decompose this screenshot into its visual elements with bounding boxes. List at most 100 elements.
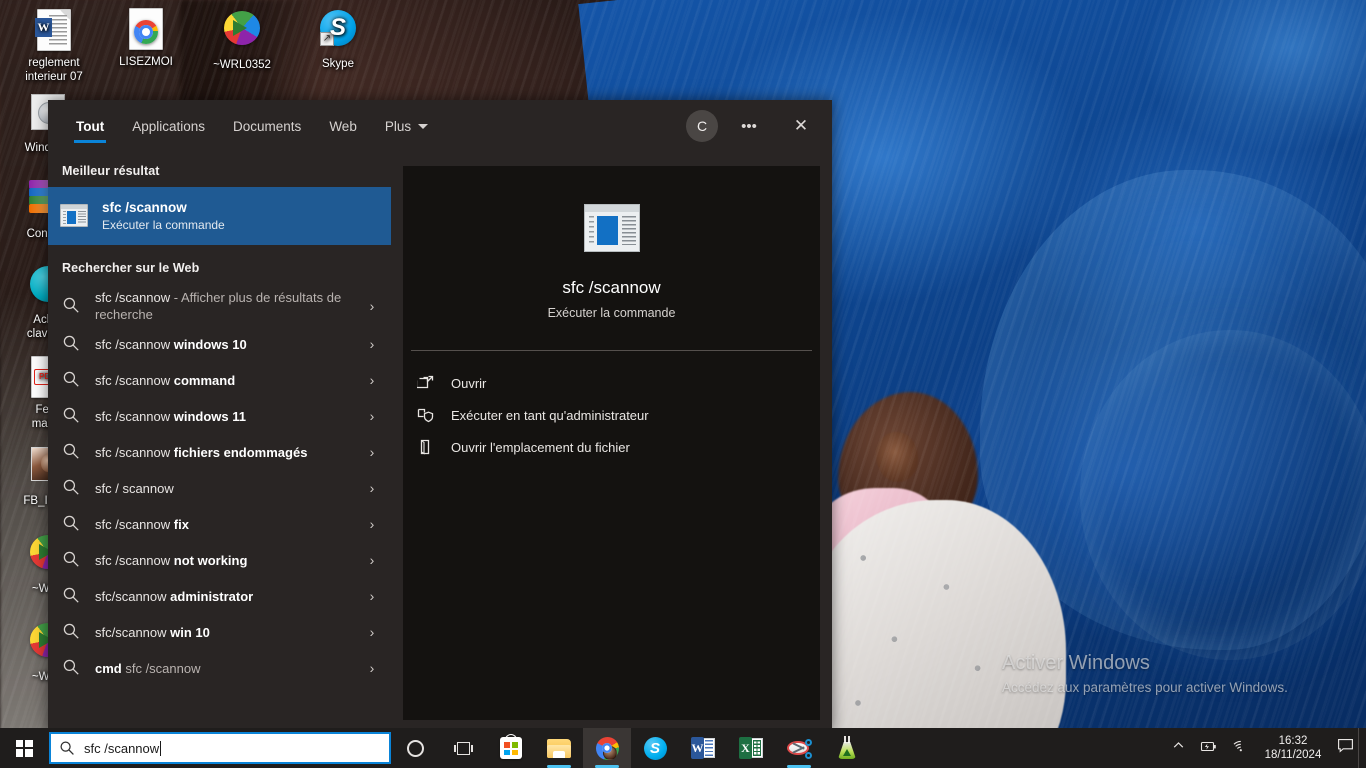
chrome-icon bbox=[595, 736, 619, 760]
show-desktop-button[interactable] bbox=[1358, 728, 1366, 768]
web-result-row[interactable]: sfc /scannow windows 11 › bbox=[48, 398, 391, 434]
cortana-button[interactable] bbox=[391, 728, 439, 768]
search-icon bbox=[59, 740, 75, 756]
shield-admin-icon bbox=[417, 406, 435, 424]
close-button[interactable]: ✕ bbox=[780, 103, 822, 149]
search-results-list: Meilleur résultat sfc /scannow Exécuter … bbox=[48, 152, 391, 732]
chevron-right-icon: › bbox=[369, 516, 375, 532]
battery-button[interactable] bbox=[1192, 728, 1225, 768]
chevron-up-icon bbox=[1172, 739, 1185, 757]
web-result-label: sfc /scannow not working bbox=[95, 552, 248, 568]
idm-icon bbox=[220, 11, 264, 55]
start-button[interactable] bbox=[0, 728, 48, 768]
avatar[interactable]: C bbox=[686, 110, 718, 142]
action-executer-administrateur[interactable]: Exécuter en tant qu'administrateur bbox=[417, 399, 820, 431]
file-explorer-button[interactable] bbox=[535, 728, 583, 768]
search-icon bbox=[62, 586, 82, 606]
flask-app-button[interactable] bbox=[823, 728, 871, 768]
tab-plus[interactable]: Plus bbox=[371, 100, 442, 152]
desktop-icon-skype[interactable]: ↗ Skype bbox=[292, 8, 384, 72]
search-body: Meilleur résultat sfc /scannow Exécuter … bbox=[48, 152, 832, 732]
google-chrome-button[interactable] bbox=[583, 728, 631, 768]
web-result-label: sfc /scannow - Afficher plus de résultat… bbox=[95, 290, 342, 322]
snipping-tool-button[interactable] bbox=[775, 728, 823, 768]
run-command-icon bbox=[60, 204, 88, 228]
tab-web[interactable]: Web bbox=[315, 100, 371, 152]
clock[interactable]: 16:32 18/11/2024 bbox=[1256, 728, 1332, 768]
search-icon bbox=[62, 658, 82, 678]
search-input-value: sfc /scannow bbox=[84, 740, 160, 756]
microsoft-store-button[interactable] bbox=[487, 728, 535, 768]
search-flyout: Tout Applications Documents Web Plus C •… bbox=[48, 100, 832, 732]
web-result-row[interactable]: sfc/scannow administrator › bbox=[48, 578, 391, 614]
action-label: Ouvrir l'emplacement du fichier bbox=[451, 439, 630, 455]
preview-title: sfc /scannow bbox=[562, 278, 661, 297]
action-ouvrir-emplacement[interactable]: Ouvrir l'emplacement du fichier bbox=[417, 431, 820, 463]
search-icon bbox=[62, 296, 82, 316]
close-icon: ✕ bbox=[793, 116, 809, 135]
store-icon bbox=[500, 734, 522, 759]
desktop-icon-label: reglement interieur 07 bbox=[25, 57, 83, 83]
tab-tout[interactable]: Tout bbox=[62, 100, 118, 152]
tab-documents[interactable]: Documents bbox=[219, 100, 315, 152]
word-button[interactable]: W bbox=[679, 728, 727, 768]
snipping-icon bbox=[787, 737, 812, 759]
search-input[interactable]: sfc /scannow bbox=[49, 732, 391, 764]
web-result-row[interactable]: sfc /scannow fix › bbox=[48, 506, 391, 542]
chevron-right-icon: › bbox=[369, 588, 375, 604]
chevron-right-icon: › bbox=[369, 444, 375, 460]
excel-button[interactable]: X bbox=[727, 728, 775, 768]
chevron-right-icon: › bbox=[369, 372, 375, 388]
open-external-icon bbox=[415, 374, 435, 392]
tab-label: Plus bbox=[384, 118, 412, 134]
word-icon: W bbox=[691, 737, 715, 759]
web-result-label: sfc/scannow administrator bbox=[95, 588, 254, 604]
desktop-icon-label: LISEZMOI bbox=[119, 56, 173, 68]
activate-windows-watermark: Activer Windows Accédez aux paramètres p… bbox=[1002, 650, 1342, 698]
clock-time: 16:32 bbox=[1278, 735, 1308, 747]
taskbar: sfc /scannow S W X 16:32 18/11/2024 bbox=[0, 728, 1366, 768]
web-result-row[interactable]: cmd sfc /scannow › bbox=[48, 650, 391, 686]
battery-charging-icon bbox=[1199, 739, 1218, 758]
desktop-icon-reglement-interieur[interactable]: W reglement interieur 07 bbox=[8, 8, 100, 84]
web-result-label: sfc /scannow windows 10 bbox=[95, 336, 247, 352]
web-result-row[interactable]: sfc/scannow win 10 › bbox=[48, 614, 391, 650]
action-center-button[interactable] bbox=[1332, 728, 1358, 768]
web-result-label: sfc /scannow windows 11 bbox=[95, 408, 247, 424]
desktop-icon-wrl0352[interactable]: ~WRL0352 bbox=[196, 8, 288, 73]
search-header: Tout Applications Documents Web Plus C •… bbox=[48, 100, 832, 152]
best-result-row[interactable]: sfc /scannow Exécuter la commande bbox=[48, 187, 391, 245]
search-icon bbox=[62, 514, 82, 534]
watermark-title: Activer Windows bbox=[1002, 652, 1150, 674]
web-result-row[interactable]: sfc /scannow windows 10 › bbox=[48, 326, 391, 362]
action-ouvrir[interactable]: Ouvrir bbox=[415, 367, 820, 399]
clock-date: 18/11/2024 bbox=[1264, 749, 1322, 761]
excel-icon: X bbox=[739, 737, 763, 759]
chevron-right-icon: › bbox=[369, 660, 375, 676]
web-result-row[interactable]: sfc /scannow fichiers endommagés › bbox=[48, 434, 391, 470]
web-result-row[interactable]: sfc /scannow - Afficher plus de résultat… bbox=[48, 286, 391, 326]
web-result-row[interactable]: sfc /scannow not working › bbox=[48, 542, 391, 578]
tray-overflow-button[interactable] bbox=[1165, 728, 1192, 768]
web-result-row[interactable]: sfc /scannow command › bbox=[48, 362, 391, 398]
preview-header: sfc /scannow Exécuter la commande bbox=[403, 166, 820, 350]
avatar-initial: C bbox=[696, 118, 708, 134]
skype-button[interactable] bbox=[631, 728, 679, 768]
web-result-row[interactable]: sfc / scannow › bbox=[48, 470, 391, 506]
action-label: Exécuter en tant qu'administrateur bbox=[451, 407, 649, 423]
chevron-right-icon: › bbox=[369, 624, 375, 640]
flask-icon bbox=[837, 736, 857, 760]
web-result-label: sfc /scannow fichiers endommagés bbox=[95, 444, 308, 460]
best-result-heading: Meilleur résultat bbox=[62, 164, 160, 178]
skype-icon: ↗ bbox=[316, 10, 360, 54]
search-icon bbox=[62, 478, 82, 498]
desktop-icon-lisezmoi[interactable]: LISEZMOI bbox=[100, 8, 192, 70]
web-result-label: cmd sfc /scannow bbox=[95, 660, 201, 676]
more-options-button[interactable]: ••• bbox=[728, 103, 770, 149]
task-view-button[interactable] bbox=[439, 728, 487, 768]
network-button[interactable] bbox=[1225, 728, 1256, 768]
folder-location-icon bbox=[417, 438, 435, 456]
search-tabs: Tout Applications Documents Web Plus bbox=[62, 100, 442, 152]
tab-applications[interactable]: Applications bbox=[118, 100, 219, 152]
best-result-title: sfc /scannow bbox=[102, 200, 187, 215]
